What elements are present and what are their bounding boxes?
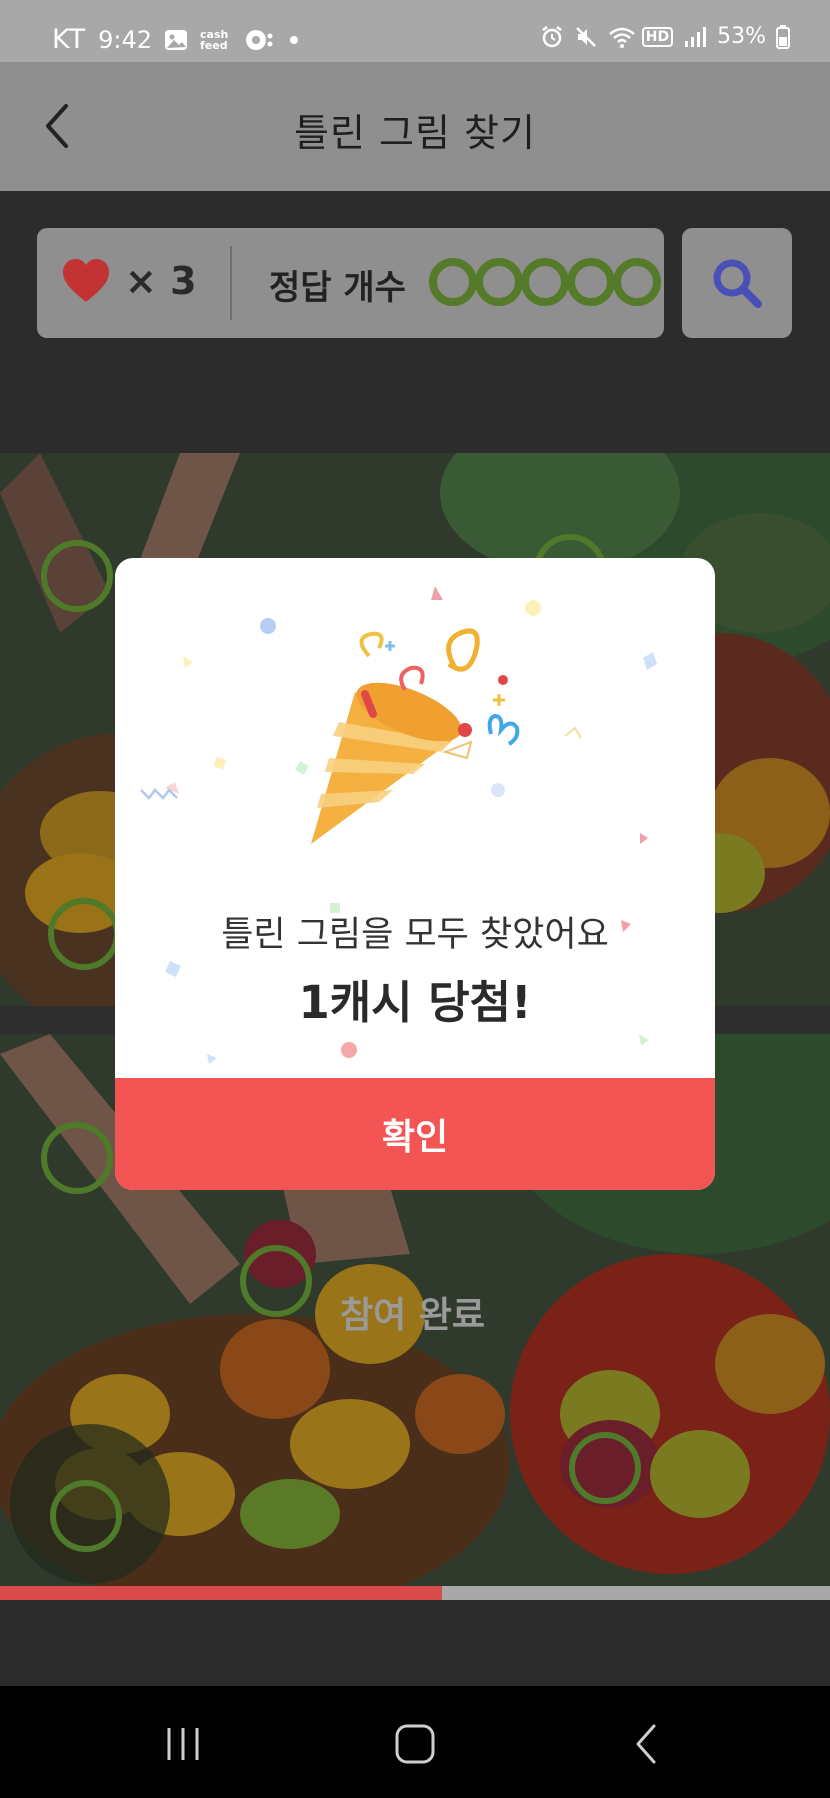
heart-icon — [63, 259, 109, 302]
lives-counter: × 3 — [61, 258, 197, 304]
recent-apps-icon — [167, 1728, 199, 1760]
network-badge: HD — [641, 26, 674, 47]
answer-found-circle — [567, 258, 615, 306]
status-bar: KT 9:42 cash feed HD 53% — [0, 0, 830, 62]
answer-found-circle — [613, 258, 661, 306]
found-difference-marker — [48, 898, 120, 970]
carrier-label: KT — [52, 24, 87, 55]
recent-apps-button[interactable] — [143, 1716, 223, 1772]
timer-progress-fill — [0, 1586, 443, 1600]
nav-back-icon — [636, 1724, 656, 1764]
answer-found-circle — [521, 258, 569, 306]
answer-found-circle — [475, 258, 523, 306]
confirm-button[interactable]: 확인 — [115, 1078, 715, 1190]
battery-icon — [776, 24, 790, 49]
found-difference-marker — [50, 1480, 122, 1552]
answer-count-label: 정답 개수 — [269, 268, 406, 308]
answer-found-circle — [429, 258, 477, 306]
battery-label: 53% — [717, 24, 766, 49]
nav-back-button[interactable] — [607, 1716, 687, 1772]
found-difference-marker — [569, 1432, 641, 1504]
wifi-icon — [608, 25, 635, 49]
lives-count: × 3 — [125, 259, 197, 303]
found-difference-marker — [240, 1245, 312, 1317]
dialog-prize: 1캐시 당첨! — [298, 976, 532, 1029]
dialog-message: 틀린 그림을 모두 찾았어요 — [221, 915, 609, 955]
page-title: 틀린 그림 찾기 — [294, 111, 536, 155]
answer-count-indicator — [429, 258, 661, 306]
notification-dot-icon — [290, 35, 299, 44]
participation-complete-label: 참여 완료 — [340, 1295, 486, 1336]
cashfeed-icon: cash feed — [200, 27, 229, 52]
found-difference-marker — [41, 540, 113, 612]
system-nav-bar — [0, 1686, 830, 1798]
signal-icon — [683, 25, 707, 49]
app-header: 틀린 그림 찾기 — [0, 62, 830, 191]
alarm-icon — [540, 25, 564, 49]
found-difference-marker — [41, 1122, 113, 1194]
record-icon — [244, 28, 273, 52]
home-icon — [395, 1724, 435, 1764]
timer-progress-bar — [0, 1586, 830, 1600]
gallery-icon — [164, 28, 188, 52]
mute-icon — [574, 25, 598, 49]
home-button[interactable] — [375, 1716, 455, 1772]
panel-divider — [230, 246, 232, 320]
hint-button[interactable] — [682, 228, 792, 338]
search-icon — [713, 259, 762, 308]
time-label: 9:42 — [98, 25, 153, 54]
success-dialog: 틀린 그림을 모두 찾았어요 1캐시 당첨! 확인 — [115, 558, 715, 1190]
score-panel: × 3 정답 개수 — [37, 228, 664, 338]
